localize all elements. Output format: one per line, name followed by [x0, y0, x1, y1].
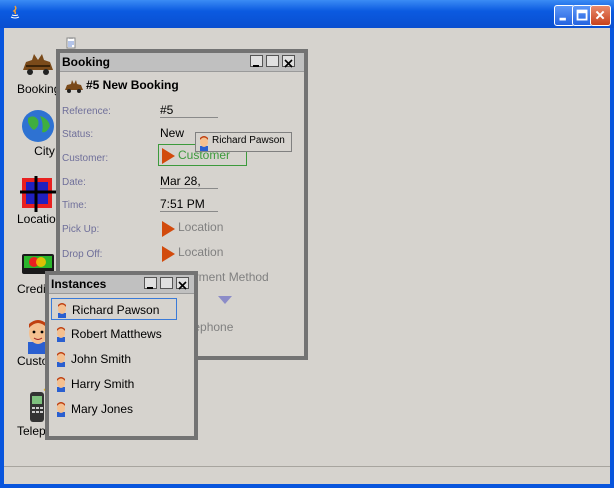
arrow-icon [162, 246, 175, 262]
desktop-icon-location[interactable]: Location [14, 176, 62, 226]
reference-label: Reference: [62, 106, 111, 117]
desktop-area[interactable]: Booking City Location Credit Card Custom… [4, 28, 610, 466]
customer-label: Customer: [62, 153, 109, 164]
person-icon [55, 376, 67, 392]
desktop-icon-label: Location [17, 212, 62, 226]
desktop-icon-city[interactable]: City [14, 108, 62, 158]
person-icon [56, 302, 68, 318]
pick-up-label: Pick Up: [62, 224, 100, 235]
booking-minimize-button[interactable] [250, 55, 263, 67]
car-icon [64, 78, 84, 93]
time-label: Time: [62, 200, 87, 211]
status-label: Status: [62, 129, 94, 140]
time-value[interactable]: 7:51 PM [160, 197, 218, 212]
drop-off-value[interactable]: Location [178, 245, 223, 259]
arrow-icon [162, 148, 175, 164]
list-item[interactable]: Richard Pawson [51, 298, 177, 320]
application-frame: Booking City Location Credit Card Custom… [0, 0, 614, 488]
minimize-icon [253, 65, 259, 67]
booking-window-titlebar[interactable]: Booking [60, 53, 304, 72]
reference-value[interactable]: #5 [160, 103, 218, 118]
window-titlebar[interactable] [0, 0, 614, 28]
person-icon [55, 326, 67, 342]
person-icon [200, 136, 208, 151]
list-item[interactable]: Harry Smith [51, 373, 177, 395]
person-icon [55, 401, 67, 417]
instances-maximize-button[interactable] [160, 277, 173, 289]
date-label: Date: [62, 177, 86, 188]
booking-maximize-button[interactable] [266, 55, 279, 67]
status-value[interactable]: New [160, 126, 184, 140]
instances-window[interactable]: Instances Richard Pawson Robert Matthews… [45, 271, 198, 440]
status-bar [4, 466, 610, 485]
close-icon [284, 59, 293, 68]
booking-window-title: Booking [62, 55, 110, 69]
drag-ghost: Richard Pawson [195, 132, 292, 152]
instances-window-title: Instances [51, 277, 107, 291]
list-item-label: John Smith [71, 352, 132, 366]
instances-minimize-button[interactable] [144, 277, 157, 289]
java-icon [7, 5, 23, 21]
desktop-icon-label: Booking [17, 82, 61, 96]
desktop-icon-booking[interactable]: Booking [14, 46, 62, 96]
date-value[interactable]: Mar 28, [160, 174, 218, 189]
car-icon [20, 46, 56, 82]
list-item-label: Richard Pawson [72, 303, 160, 317]
instances-close-button[interactable] [176, 277, 189, 290]
dropdown-arrow-icon[interactable] [218, 296, 232, 304]
map-pin-icon [20, 176, 56, 212]
drop-off-label: Drop Off: [62, 249, 103, 260]
drag-label: Richard Pawson [212, 135, 285, 146]
instances-window-titlebar[interactable]: Instances [49, 275, 194, 294]
close-window-button[interactable] [590, 5, 611, 26]
booking-close-button[interactable] [282, 55, 295, 68]
list-item[interactable]: Robert Matthews [51, 323, 177, 345]
list-item[interactable]: Mary Jones [51, 398, 177, 420]
clipboard-icon[interactable] [65, 34, 77, 49]
close-icon [178, 281, 187, 290]
booking-heading: #5 New Booking [86, 78, 179, 92]
window-bottom-border [0, 484, 614, 488]
instances-list[interactable]: Richard Pawson Robert Matthews John Smit… [49, 294, 194, 442]
arrow-icon [162, 221, 175, 237]
globe-icon [20, 108, 56, 144]
list-item-label: Robert Matthews [71, 327, 162, 341]
list-item-label: Harry Smith [71, 377, 135, 391]
list-item[interactable]: John Smith [51, 348, 177, 370]
list-item-label: Mary Jones [71, 402, 134, 416]
close-icon [595, 10, 605, 20]
minimize-icon [147, 287, 153, 289]
person-icon [55, 351, 67, 367]
pick-up-value[interactable]: Location [178, 220, 223, 234]
